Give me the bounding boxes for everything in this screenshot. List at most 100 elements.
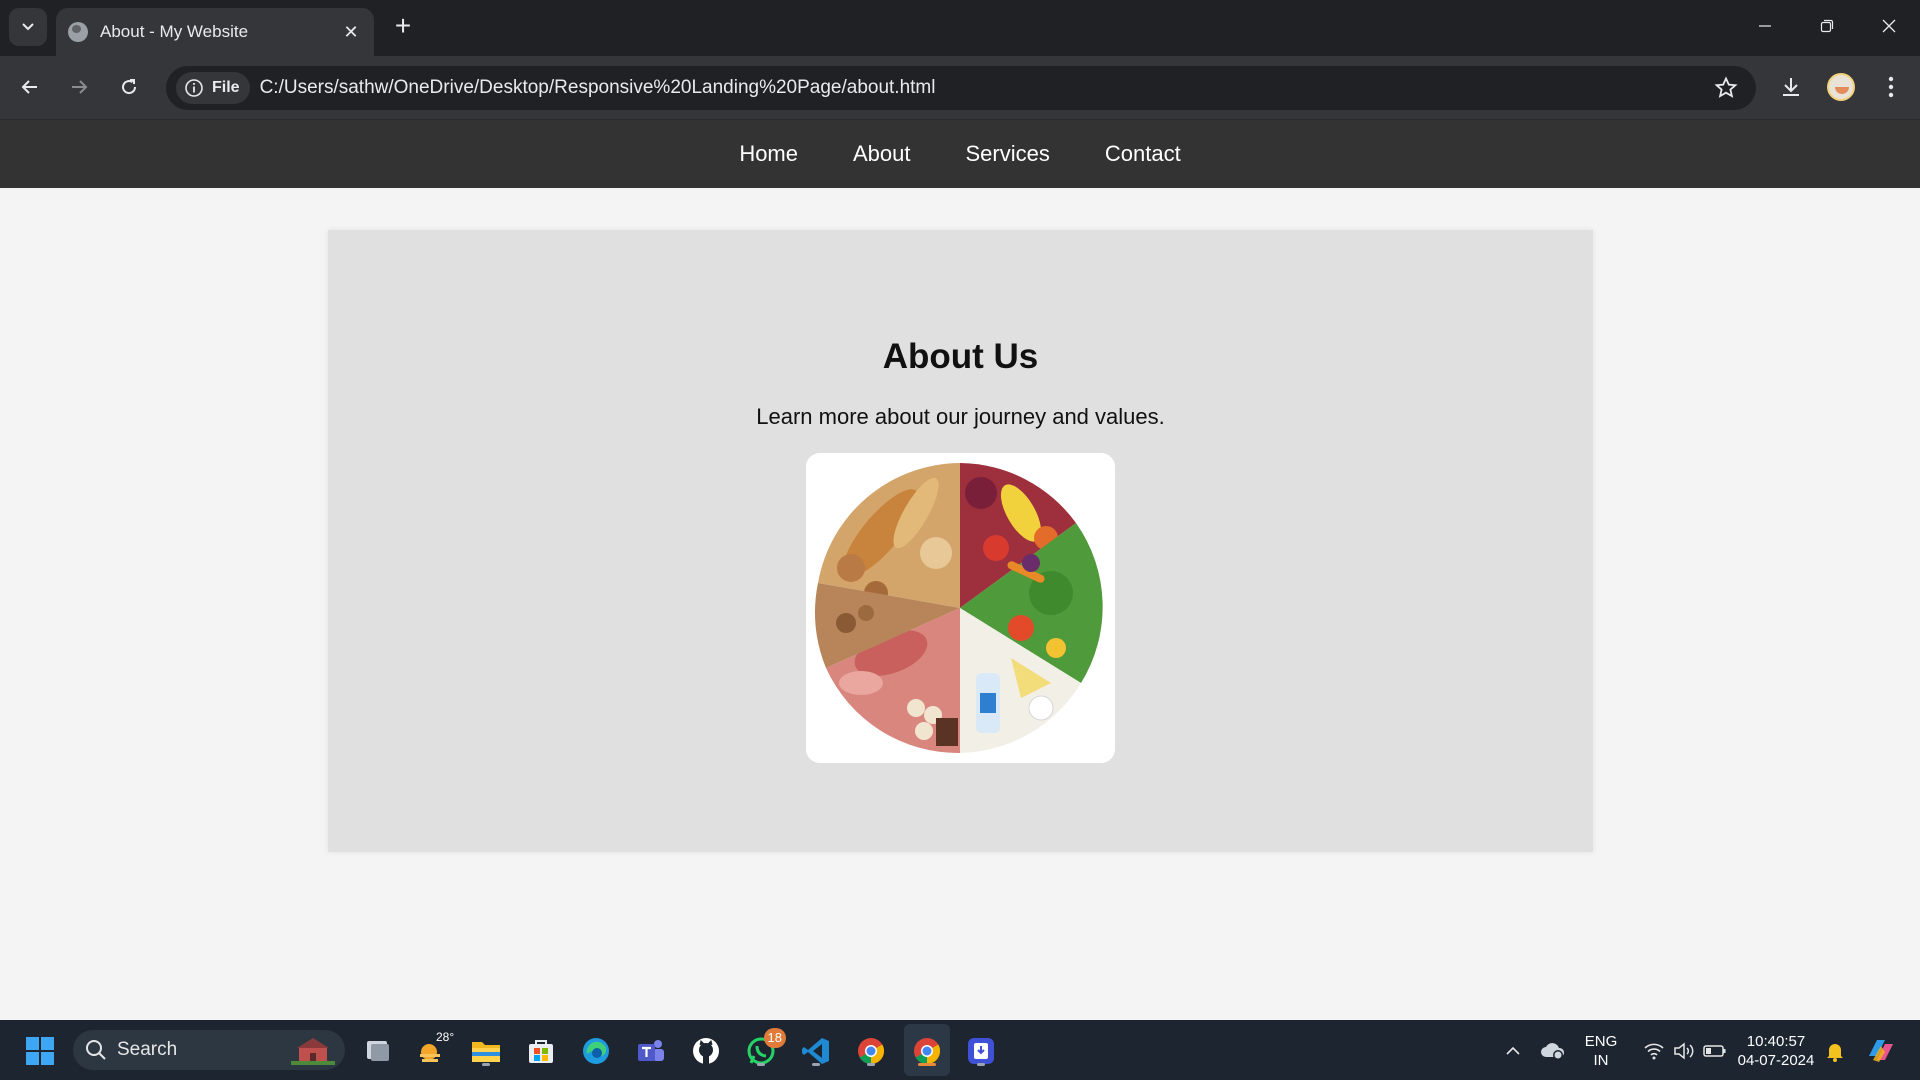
notifications-button[interactable] (1818, 1034, 1852, 1068)
chevron-down-icon (22, 23, 34, 31)
browser-toolbar: File C:/Users/sathw/OneDrive/Desktop/Res… (0, 56, 1920, 120)
language-code: ENG (1584, 1033, 1618, 1050)
browser-menu-button[interactable] (1874, 70, 1908, 104)
about-title: About Us (882, 337, 1039, 376)
new-tab-button[interactable]: + (388, 12, 418, 42)
browser-tab-active[interactable]: About - My Website ✕ (56, 8, 374, 56)
kebab-menu-icon (1888, 76, 1894, 98)
search-icon (86, 1040, 106, 1060)
restore-icon (1820, 19, 1834, 33)
vscode-icon (802, 1038, 829, 1064)
profile-button[interactable] (1824, 70, 1858, 104)
file-chip-label: File (212, 79, 240, 96)
clock[interactable]: 10:40:57 04-07-2024 (1734, 1032, 1818, 1070)
chrome-button[interactable] (854, 1034, 888, 1068)
chrome-profile-button[interactable] (910, 1034, 944, 1068)
tab-title: About - My Website (100, 22, 249, 41)
notification-badge: 18 (763, 1028, 786, 1048)
browser-tabstrip: About - My Website ✕ + (0, 0, 1920, 56)
tab-search-button[interactable] (9, 8, 47, 46)
teams-icon (638, 1040, 664, 1061)
task-view-icon (367, 1041, 389, 1061)
nav-link-home[interactable]: Home (739, 141, 798, 167)
github-button[interactable] (689, 1034, 723, 1068)
volume-icon (1674, 1042, 1694, 1060)
food-circle-illustration (806, 453, 1115, 763)
close-tab-icon[interactable]: ✕ (340, 22, 362, 43)
downloads-button[interactable] (1774, 70, 1808, 104)
download-icon (1783, 78, 1799, 96)
forward-button[interactable] (62, 70, 96, 104)
nav-link-about[interactable]: About (853, 141, 911, 167)
whatsapp-button[interactable]: 18 (744, 1028, 786, 1068)
edge-icon (583, 1038, 609, 1064)
windows-taskbar: Search 28° 18 ENG IN 10:40:57 04-07-2024 (0, 1020, 1920, 1080)
folder-icon (472, 1042, 500, 1062)
vscode-button[interactable] (799, 1034, 833, 1068)
close-window-button[interactable] (1858, 0, 1920, 52)
weather-widget[interactable]: 28° (414, 1030, 454, 1068)
food-wheel-image (806, 453, 1115, 763)
cloud-icon (1541, 1043, 1565, 1060)
arrow-right-icon (72, 80, 88, 94)
clock-date: 04-07-2024 (1737, 1052, 1815, 1069)
running-indicator (482, 1063, 490, 1066)
running-indicator (977, 1063, 985, 1066)
running-indicator (757, 1063, 765, 1066)
edge-button[interactable] (579, 1034, 613, 1068)
close-icon (1882, 19, 1896, 33)
windows-logo-icon (26, 1037, 54, 1065)
region-code: IN (1593, 1052, 1609, 1069)
restore-button[interactable] (1796, 0, 1858, 52)
minimize-button[interactable] (1734, 0, 1796, 52)
about-section: About Us Learn more about our journey an… (328, 230, 1593, 852)
start-button[interactable] (23, 1034, 57, 1068)
weather-temp: 28° (436, 1030, 455, 1044)
copilot-button[interactable] (1864, 1034, 1898, 1068)
nav-link-contact[interactable]: Contact (1105, 141, 1181, 167)
nav-link-services[interactable]: Services (966, 141, 1050, 167)
site-info-chip[interactable]: File (176, 72, 250, 104)
teams-button[interactable] (634, 1034, 668, 1068)
clock-time: 10:40:57 (1746, 1033, 1806, 1050)
bell-icon (1827, 1044, 1843, 1062)
chrome-icon (914, 1038, 941, 1065)
copilot-icon (1869, 1040, 1893, 1062)
site-navbar: Home About Services Contact (0, 120, 1920, 188)
info-icon (185, 79, 203, 97)
globe-icon (68, 22, 88, 42)
store-icon (529, 1040, 553, 1063)
about-subtitle: Learn more about our journey and values. (756, 404, 1165, 429)
taskbar-search[interactable]: Search (73, 1030, 345, 1070)
minimize-icon (1759, 25, 1771, 27)
show-hidden-icons-button[interactable] (1496, 1034, 1530, 1068)
language-indicator[interactable]: ENG IN (1574, 1032, 1628, 1070)
search-label: Search (117, 1039, 178, 1060)
task-view-button[interactable] (361, 1034, 395, 1068)
star-icon (1714, 76, 1738, 98)
microsoft-store-button[interactable] (524, 1034, 558, 1068)
active-indicator (918, 1063, 936, 1066)
reload-icon (122, 79, 137, 95)
onedrive-button[interactable] (1536, 1034, 1570, 1068)
reload-button[interactable] (112, 70, 146, 104)
app-download-icon (968, 1038, 994, 1064)
address-bar[interactable]: File C:/Users/sathw/OneDrive/Desktop/Res… (166, 66, 1756, 110)
running-indicator (867, 1063, 875, 1066)
chrome-icon (858, 1038, 885, 1065)
battery-icon (1703, 1045, 1726, 1057)
url-text: C:/Users/sathw/OneDrive/Desktop/Responsi… (259, 77, 936, 98)
arrow-left-icon (21, 80, 37, 94)
file-explorer-button[interactable] (469, 1034, 503, 1068)
search-highlight-icon (291, 1038, 335, 1065)
network-volume-battery[interactable] (1630, 1034, 1740, 1068)
running-indicator (812, 1063, 820, 1066)
chevron-up-icon (1506, 1046, 1520, 1055)
window-controls (1734, 0, 1920, 56)
bookmark-button[interactable] (1714, 76, 1738, 105)
wifi-icon (1644, 1043, 1664, 1060)
avatar (1827, 73, 1855, 101)
github-icon (693, 1038, 719, 1064)
app-button[interactable] (964, 1034, 998, 1068)
back-button[interactable] (13, 70, 47, 104)
